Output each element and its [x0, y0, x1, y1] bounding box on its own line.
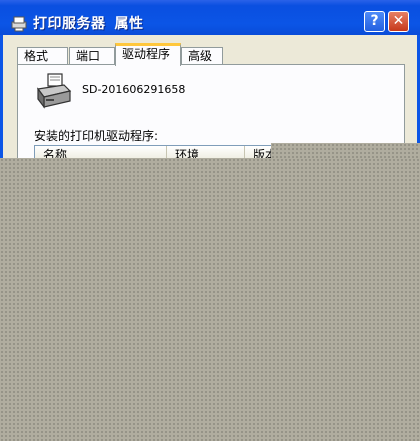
printer-icon [11, 16, 27, 32]
drivers-list-label: 安装的打印机驱动程序: [34, 129, 159, 143]
server-name: SD-201606291658 [82, 83, 186, 96]
tab-advanced[interactable]: 高级 [181, 47, 223, 65]
window-title-main: 打印服务器 [33, 16, 106, 32]
window-title-suffix: 属性 [114, 16, 144, 32]
obscured-area-top [271, 143, 420, 159]
close-button[interactable]: ✕ [388, 11, 409, 32]
printer-server-icon [36, 73, 72, 109]
tab-ports[interactable]: 端口 [69, 47, 115, 65]
tab-format[interactable]: 格式 [17, 47, 68, 65]
window-title: 打印服务器 属性 [33, 13, 144, 33]
help-button[interactable]: ? [364, 11, 385, 32]
obscured-area [0, 158, 420, 441]
tab-drivers[interactable]: 驱动程序 [115, 43, 181, 66]
